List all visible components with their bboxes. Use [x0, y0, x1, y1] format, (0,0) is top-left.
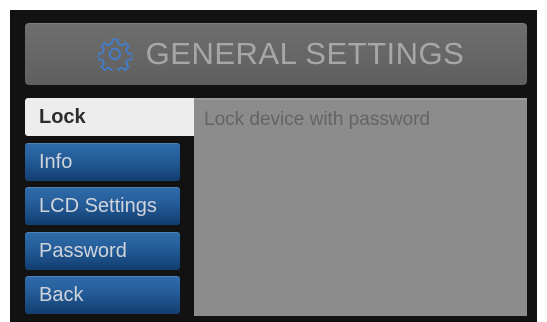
content-panel: Lock device with password	[194, 98, 527, 316]
menu-item-lcd-settings[interactable]: LCD Settings	[25, 187, 180, 225]
page-title: GENERAL SETTINGS	[145, 36, 465, 71]
panel-description: Lock device with password	[204, 109, 430, 130]
gear-icon	[97, 38, 132, 71]
menu-item-info[interactable]: Info	[25, 142, 180, 181]
menu-item-lock[interactable]: Lock	[25, 98, 195, 136]
menu-item-back[interactable]: Back	[25, 276, 180, 314]
device-frame: GENERAL SETTINGS Lock Info LCD Settings …	[10, 10, 537, 322]
page-header: GENERAL SETTINGS	[25, 23, 527, 85]
settings-menu: Lock Info LCD Settings Password Back	[25, 98, 195, 321]
menu-item-password[interactable]: Password	[25, 231, 180, 270]
